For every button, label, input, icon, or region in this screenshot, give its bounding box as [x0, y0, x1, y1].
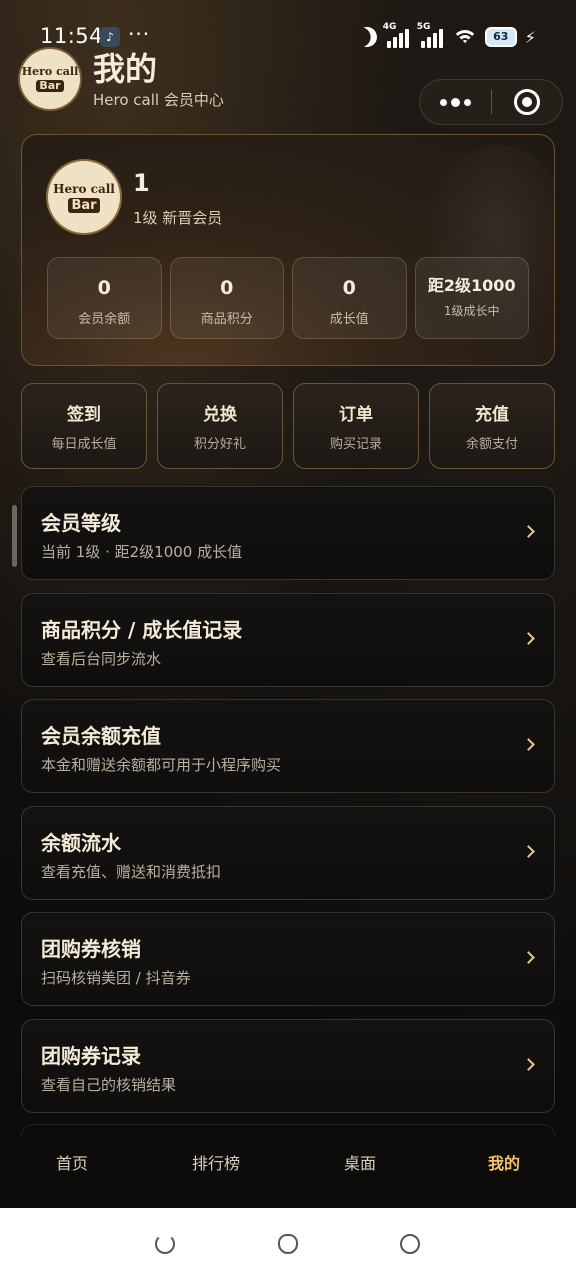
- exchange-button[interactable]: 兑换 积分好礼: [157, 383, 283, 469]
- stat-balance[interactable]: 0 会员余额: [47, 257, 162, 339]
- chevron-right-icon: [524, 1058, 534, 1072]
- wifi-icon: [452, 28, 477, 46]
- home-icon[interactable]: [278, 1234, 298, 1254]
- menu-item-balance-recharge[interactable]: 会员余额充值 本金和赠送余额都可用于小程序购买: [21, 699, 555, 793]
- menu-item-points-records[interactable]: 商品积分 / 成长值记录 查看后台同步流水: [21, 592, 555, 687]
- moon-icon: [354, 24, 380, 50]
- menu-item-coupon-verify[interactable]: 团购券核销 扫码核销美团 / 抖音券: [21, 912, 555, 1006]
- checkin-button[interactable]: 签到 每日成长值: [21, 383, 147, 469]
- member-name: 1: [133, 169, 150, 197]
- chevron-right-icon: [524, 525, 534, 539]
- member-stats: 0 会员余额 0 商品积分 0 成长值 距2级1000 1级成长中: [47, 257, 529, 339]
- status-bar: 11:54 ♪ ··· 4G 5G 63 ⚡: [0, 22, 576, 52]
- more-notifications-icon: ···: [128, 22, 151, 46]
- tab-mine[interactable]: 我的: [432, 1136, 576, 1208]
- quick-actions: 签到 每日成长值 兑换 积分好礼 订单 购买记录 充值 余额支付: [21, 383, 555, 469]
- status-icons: 4G 5G 63 ⚡: [354, 22, 536, 50]
- close-miniprogram-icon[interactable]: [492, 79, 563, 125]
- member-level: 1级 新晋会员: [133, 209, 223, 227]
- avatar[interactable]: Hero call Bar: [48, 161, 120, 233]
- menu-item-coupon-records[interactable]: 团购券记录 查看自己的核销结果: [21, 1018, 555, 1113]
- menu-item-balance-flow[interactable]: 余额流水 查看充值、赠送和消费抵扣: [21, 805, 555, 900]
- menu-list: 会员等级 当前 1级 · 距2级1000 成长值 商品积分 / 成长值记录 查看…: [21, 486, 555, 1125]
- recent-apps-icon[interactable]: [400, 1234, 420, 1254]
- more-options-icon[interactable]: [420, 79, 491, 125]
- chevron-right-icon: [524, 845, 534, 859]
- tab-bar: 首页 排行榜 桌面 我的: [0, 1136, 576, 1208]
- battery-icon: 63: [484, 27, 517, 47]
- stat-growth[interactable]: 0 成长值: [292, 257, 407, 339]
- charging-icon: ⚡: [524, 27, 536, 47]
- brand-logo: Hero call Bar: [20, 49, 80, 109]
- stat-points[interactable]: 0 商品积分: [169, 257, 284, 339]
- tab-ranking[interactable]: 排行榜: [144, 1136, 288, 1208]
- back-icon[interactable]: [155, 1234, 175, 1254]
- chevron-right-icon: [524, 632, 534, 646]
- page-title: 我的: [93, 50, 158, 88]
- menu-item-member-level[interactable]: 会员等级 当前 1级 · 距2级1000 成长值: [21, 486, 555, 580]
- signal-icon: 5G: [417, 22, 445, 48]
- stat-next-level[interactable]: 距2级1000 1级成长中: [414, 257, 529, 339]
- chevron-right-icon: [524, 738, 534, 752]
- chevron-right-icon: [524, 951, 534, 965]
- app-screen: 11:54 ♪ ··· 4G 5G 63 ⚡ Hero call Bar 我的 …: [0, 0, 576, 1208]
- signal-icon: 4G: [383, 22, 411, 48]
- tab-table[interactable]: 桌面: [288, 1136, 432, 1208]
- system-nav-bar: [0, 1208, 576, 1280]
- member-card: Hero call Bar 1 1级 新晋会员 0 会员余额 0 商品积分 0 …: [21, 134, 555, 366]
- tab-home[interactable]: 首页: [0, 1136, 144, 1208]
- orders-button[interactable]: 订单 购买记录: [293, 383, 419, 469]
- page-subtitle: Hero call 会员中心: [93, 91, 224, 109]
- miniprogram-capsule: [419, 79, 563, 125]
- scrollbar[interactable]: [12, 505, 17, 567]
- recharge-button[interactable]: 充值 余额支付: [429, 383, 555, 469]
